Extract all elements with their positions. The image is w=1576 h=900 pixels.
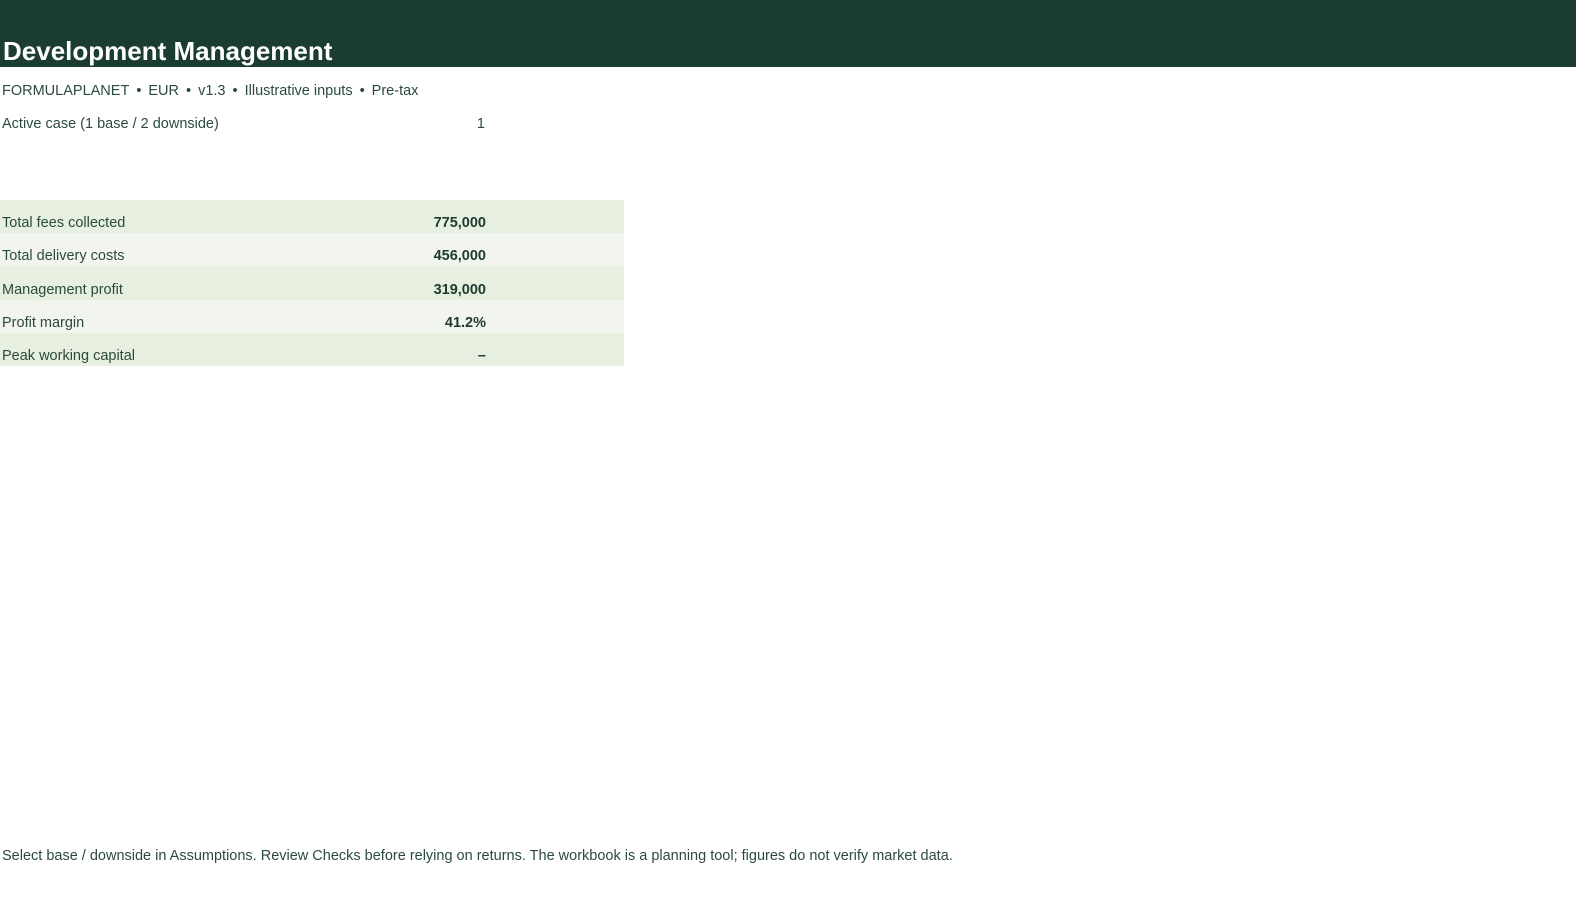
- page-title: Development Management: [3, 36, 333, 66]
- kpi-row-management-profit: Management profit 319,000: [0, 266, 624, 300]
- meta-currency: EUR: [148, 83, 180, 99]
- meta-version: v1.3: [198, 83, 226, 99]
- meta-separator: •: [359, 83, 365, 99]
- kpi-value[interactable]: –: [478, 347, 486, 365]
- kpi-label: Total delivery costs: [2, 248, 125, 265]
- kpi-row-total-delivery-costs: Total delivery costs 456,000: [0, 233, 624, 267]
- meta-company: FORMULAPLANET: [2, 83, 130, 99]
- kpi-value[interactable]: 456,000: [434, 247, 486, 265]
- meta-inputs-note: Illustrative inputs: [244, 83, 353, 99]
- active-case-row: Active case (1 base / 2 downside) 1: [0, 115, 490, 133]
- kpi-value[interactable]: 775,000: [434, 214, 486, 232]
- kpi-label: Management profit: [2, 281, 123, 298]
- kpi-row-total-fees: Total fees collected 775,000: [0, 200, 624, 234]
- kpi-table: Total fees collected 775,000 Total deliv…: [0, 200, 624, 366]
- kpi-row-profit-margin: Profit margin 41.2%: [0, 299, 624, 333]
- meta-tax-basis: Pre-tax: [371, 83, 419, 99]
- kpi-value[interactable]: 319,000: [434, 281, 486, 299]
- kpi-label: Peak working capital: [2, 347, 135, 364]
- kpi-label: Total fees collected: [2, 215, 126, 232]
- active-case-label: Active case (1 base / 2 downside): [2, 116, 219, 132]
- meta-separator: •: [186, 83, 192, 99]
- meta-separator: •: [232, 83, 238, 99]
- kpi-row-peak-working-capital: Peak working capital –: [0, 332, 624, 366]
- active-case-value[interactable]: 1: [477, 115, 485, 133]
- footer-note: Select base / downside in Assumptions. R…: [2, 848, 953, 864]
- kpi-label: Profit margin: [2, 314, 85, 331]
- kpi-value[interactable]: 41.2%: [445, 314, 486, 332]
- meta-line: FORMULAPLANET • EUR • v1.3 • Illustrative inpu…: [2, 82, 418, 100]
- meta-separator: •: [136, 83, 142, 99]
